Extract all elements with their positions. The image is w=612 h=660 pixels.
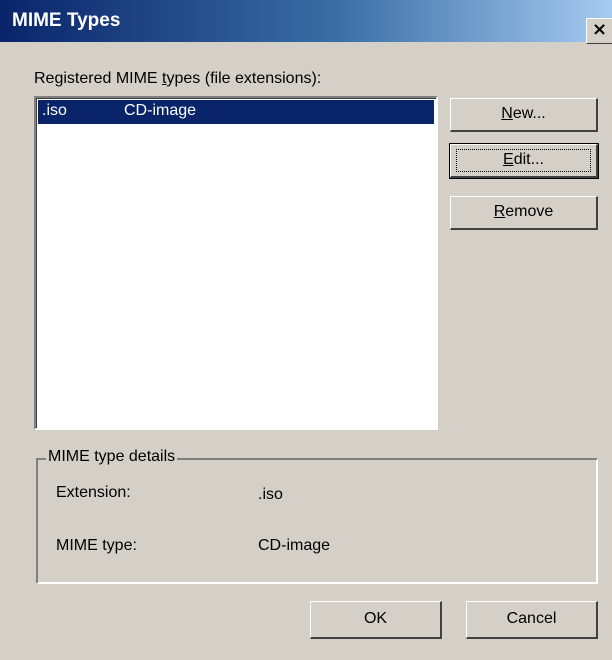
- cancel-button-label: Cancel: [506, 610, 557, 627]
- new-button-rest: ew...: [512, 105, 546, 122]
- extension-value: .iso: [258, 486, 283, 503]
- mime-list-label-suffix: ypes (file extensions):: [166, 70, 322, 87]
- window-title: MIME Types: [12, 10, 121, 31]
- mime-details-title: MIME type details: [46, 448, 178, 466]
- remove-button-label: Remove: [494, 203, 554, 220]
- cancel-button[interactable]: Cancel: [466, 601, 598, 639]
- remove-button[interactable]: Remove: [450, 196, 598, 230]
- mime-types-dialog: MIME Types × Registered MIME types (file…: [0, 0, 612, 660]
- close-icon: ×: [592, 19, 608, 40]
- title-bar[interactable]: MIME Types ×: [0, 0, 612, 44]
- new-button-label: New...: [501, 105, 545, 122]
- remove-button-rest: emove: [505, 203, 554, 220]
- ok-button[interactable]: OK: [310, 601, 442, 639]
- list-item-type: CD-image: [124, 102, 197, 119]
- mime-details-groupbox: [36, 458, 598, 584]
- mime-list-label-prefix: Registered MIME: [34, 70, 163, 87]
- new-button[interactable]: New...: [450, 98, 598, 132]
- list-item[interactable]: .iso CD-image: [38, 100, 434, 124]
- extension-label: Extension:: [56, 484, 131, 501]
- ok-button-label: OK: [363, 610, 388, 627]
- edit-button-mnemonic: E: [503, 151, 514, 168]
- edit-button[interactable]: Edit...: [449, 143, 599, 179]
- remove-button-mnemonic: R: [493, 203, 506, 220]
- mime-type-value: CD-image: [258, 537, 331, 554]
- mime-types-listbox[interactable]: .iso CD-image: [34, 96, 438, 430]
- edit-button-label: Edit...: [503, 151, 544, 168]
- edit-button-rest: dit...: [513, 151, 544, 168]
- mime-list-label: Registered MIME types (file extensions):: [34, 70, 321, 88]
- new-button-mnemonic: N: [501, 105, 513, 122]
- close-button[interactable]: ×: [586, 18, 612, 44]
- list-item-extension: .iso: [42, 102, 67, 119]
- mime-type-label: MIME type:: [56, 537, 137, 554]
